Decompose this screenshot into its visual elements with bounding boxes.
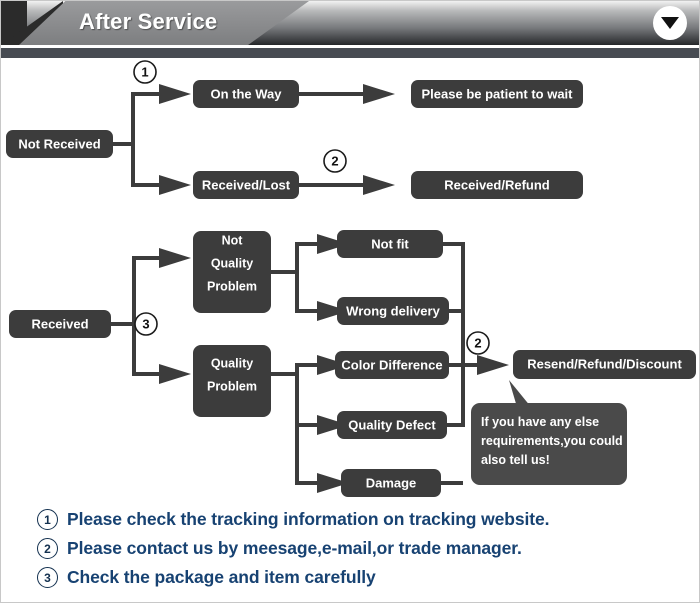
callout-line3: also tell us! — [481, 453, 550, 467]
connector-quality-to-damage — [295, 374, 319, 485]
node-label: Please be patient to wait — [422, 86, 574, 101]
connector-not-quality-to-wrong-delivery — [271, 270, 319, 313]
node-label: Not fit — [371, 236, 409, 251]
header-accent-bar — [1, 48, 699, 58]
node-label: Resend/Refund/Discount — [527, 356, 682, 371]
connector-quality-to-color-difference — [271, 363, 319, 376]
caret-down-icon[interactable] — [653, 6, 687, 40]
arrowhead-received-lost — [159, 175, 191, 195]
node-label: Not Received — [18, 136, 100, 151]
node-label: Wrong delivery — [346, 303, 440, 318]
after-service-infographic: After Service Not Received On the Way Re… — [0, 0, 700, 603]
step-marker-3: 3 — [134, 312, 158, 336]
node-label-line1: Quality — [211, 356, 253, 370]
node-label: Quality Defect — [348, 417, 436, 432]
connector-received-to-not-quality — [111, 256, 161, 326]
node-wrong-delivery[interactable]: Wrong delivery — [337, 297, 449, 325]
callout-line2: requirements,you could — [481, 434, 623, 448]
step-marker-2-top: 2 — [323, 149, 347, 173]
step-marker-label: 2 — [474, 335, 481, 350]
node-label-line2: Quality — [211, 256, 253, 270]
node-color-difference[interactable]: Color Difference — [335, 351, 449, 379]
arrowhead-wait — [363, 84, 395, 104]
node-received[interactable]: Received — [9, 310, 111, 338]
node-please-be-patient[interactable]: Please be patient to wait — [411, 80, 583, 108]
footer-note-3: 3 Check the package and item carefully — [37, 567, 376, 588]
step-marker-label: 1 — [141, 64, 148, 79]
connector-quality-to-quality-defect — [295, 374, 319, 427]
connector-not-received-to-on-the-way — [113, 92, 161, 146]
node-label: Received — [31, 316, 88, 331]
footer-note-marker: 1 — [37, 509, 58, 530]
step-marker-2-bottom: 2 — [466, 331, 490, 355]
step-marker-1: 1 — [133, 60, 157, 84]
node-received-lost[interactable]: Received/Lost — [193, 171, 299, 199]
callout-extra-requirements: If you have any else requirements,you co… — [471, 380, 627, 485]
arrowhead-not-quality — [159, 248, 191, 268]
node-damage[interactable]: Damage — [341, 469, 441, 497]
node-label: Damage — [366, 475, 417, 490]
connector-not-quality-to-not-fit — [271, 242, 319, 274]
arrowhead-on-the-way — [159, 84, 191, 104]
callout-line1: If you have any else — [481, 415, 599, 429]
node-label-line1: Not — [222, 233, 244, 247]
arrowhead-outcome — [477, 355, 509, 375]
flow-section-received: Received Not Quality Problem Quality Pro… — [9, 230, 696, 497]
flow-section-not-received: Not Received On the Way Received/Lost Pl… — [6, 60, 583, 199]
step-marker-label: 3 — [142, 316, 149, 331]
footer-note-text: Please contact us by meesage,e-mail,or t… — [67, 538, 522, 558]
footer-note-marker: 2 — [37, 538, 58, 559]
node-label: Color Difference — [341, 357, 442, 372]
footer-note-text: Please check the tracking information on… — [67, 509, 550, 529]
node-resend-refund-discount[interactable]: Resend/Refund/Discount — [513, 350, 696, 379]
flowchart: Not Received On the Way Received/Lost Pl… — [1, 58, 699, 501]
node-label-line3: Problem — [207, 279, 257, 293]
node-quality-defect[interactable]: Quality Defect — [337, 411, 447, 439]
node-on-the-way[interactable]: On the Way — [193, 80, 299, 108]
footer-note-2: 2 Please contact us by meesage,e-mail,or… — [37, 538, 522, 559]
footer-note-text: Check the package and item carefully — [67, 567, 376, 587]
header-banner: After Service — [1, 1, 699, 45]
step-marker-label: 2 — [331, 153, 338, 168]
node-quality-problem[interactable]: Quality Problem — [193, 345, 271, 417]
footer-note-1: 1 Please check the tracking information … — [37, 509, 550, 530]
page-title: After Service — [79, 9, 218, 34]
node-not-quality-problem[interactable]: Not Quality Problem — [193, 231, 271, 313]
footer-note-marker: 3 — [37, 567, 58, 588]
node-label-line2: Problem — [207, 379, 257, 393]
node-received-refund[interactable]: Received/Refund — [411, 171, 583, 199]
node-label: Received/Refund — [444, 177, 550, 192]
connector-not-received-to-received-lost — [113, 142, 161, 187]
node-not-received[interactable]: Not Received — [6, 130, 113, 158]
arrowhead-refund — [363, 175, 395, 195]
footer-notes: 1 Please check the tracking information … — [1, 501, 699, 602]
caret-down-glyph — [661, 17, 679, 29]
node-label: Received/Lost — [202, 177, 291, 192]
node-not-fit[interactable]: Not fit — [337, 230, 443, 258]
node-label: On the Way — [210, 86, 282, 101]
arrowhead-quality — [159, 364, 191, 384]
